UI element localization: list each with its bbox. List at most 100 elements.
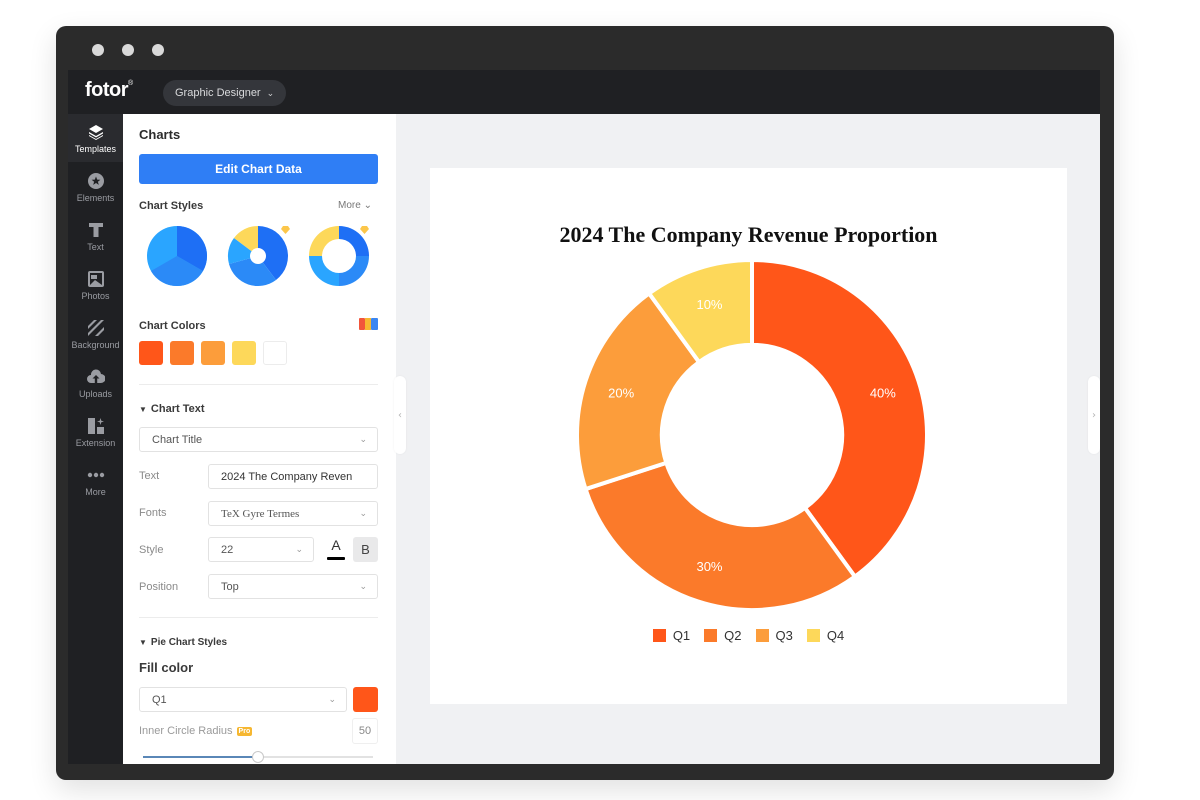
color-swatch[interactable] bbox=[263, 341, 287, 365]
chart-title-text-input[interactable]: 2024 The Company Reven bbox=[208, 464, 378, 489]
panel-title: Charts bbox=[139, 127, 181, 142]
mode-label: Graphic Designer bbox=[175, 87, 261, 99]
slice-data-label: 10% bbox=[696, 297, 722, 312]
position-label: Position bbox=[139, 581, 179, 593]
rail-item-elements[interactable]: Elements bbox=[68, 163, 123, 211]
title-position-select[interactable]: Top ⌄ bbox=[208, 574, 378, 599]
select-value: Top bbox=[221, 580, 239, 593]
collapse-panel-handle[interactable]: ‹ bbox=[394, 376, 406, 454]
top-bar: fotor® Graphic Designer ⌄ bbox=[68, 70, 1100, 114]
legend-swatch bbox=[652, 629, 666, 642]
legend-item-q3[interactable]: Q3 bbox=[755, 628, 793, 643]
legend-item-q4[interactable]: Q4 bbox=[806, 628, 845, 643]
legend-swatch bbox=[704, 629, 718, 642]
legend-label: Q2 bbox=[724, 628, 742, 643]
text-color-button[interactable]: A bbox=[325, 537, 347, 562]
rail-label: Background bbox=[71, 339, 120, 350]
legend-item-q2[interactable]: Q2 bbox=[704, 628, 742, 643]
more-styles-button[interactable]: More ⌄ bbox=[338, 200, 372, 211]
bold-button[interactable]: B bbox=[353, 537, 378, 562]
rail-label: Text bbox=[87, 241, 104, 252]
color-swatch[interactable] bbox=[170, 341, 194, 365]
star-circle-icon bbox=[87, 172, 105, 190]
font-size-select[interactable]: 22 ⌄ bbox=[208, 537, 314, 562]
edit-chart-data-button[interactable]: Edit Chart Data bbox=[139, 154, 378, 184]
chart-legend: Q1 Q2 Q3 Q4 bbox=[430, 628, 1067, 643]
text-label: Text bbox=[139, 470, 160, 482]
mode-dropdown[interactable]: Graphic Designer ⌄ bbox=[163, 80, 287, 106]
input-value: 2024 The Company Reven bbox=[221, 470, 353, 483]
legend-swatch bbox=[755, 629, 769, 642]
photo-icon bbox=[87, 270, 105, 288]
rail-label: More bbox=[85, 486, 106, 497]
chevron-down-icon: ⌄ bbox=[359, 434, 367, 444]
fonts-label: Fonts bbox=[139, 507, 167, 519]
rail-item-background[interactable]: Background bbox=[68, 310, 123, 358]
fill-series-select[interactable]: Q1 ⌄ bbox=[139, 687, 347, 712]
palette-icon[interactable] bbox=[359, 318, 378, 330]
charts-panel: Charts Edit Chart Data Chart Styles More… bbox=[123, 114, 396, 764]
chevron-left-icon: ‹ bbox=[398, 409, 402, 421]
rail-label: Photos bbox=[81, 290, 110, 301]
chart-text-section-toggle[interactable]: ▼ Chart Text bbox=[139, 403, 205, 415]
rail-label: Elements bbox=[76, 192, 115, 203]
inner-radius-label: Inner Circle Radius Pro bbox=[139, 725, 253, 737]
pie-styles-section-toggle[interactable]: ▼ Pie Chart Styles bbox=[139, 637, 227, 648]
text-color-icon: A bbox=[331, 537, 341, 553]
slice-data-label: 30% bbox=[696, 559, 722, 574]
slice-data-label: 40% bbox=[870, 385, 896, 400]
chevron-down-icon: ⌄ bbox=[328, 694, 336, 704]
inner-radius-slider[interactable] bbox=[143, 751, 373, 763]
chart-text-label: Chart Text bbox=[150, 403, 205, 415]
chevron-down-icon: ⌄ bbox=[266, 87, 275, 98]
rail-item-templates[interactable]: Templates bbox=[68, 114, 123, 162]
slider-fill bbox=[143, 756, 258, 758]
expand-right-panel-handle[interactable]: › bbox=[1088, 376, 1100, 454]
rail-item-photos[interactable]: Photos bbox=[68, 261, 123, 309]
rail-item-text[interactable]: Text bbox=[68, 212, 123, 260]
window-dot-maximize[interactable] bbox=[152, 44, 164, 56]
canvas-area: ‹ › 2024 The Company Revenue Proportion … bbox=[394, 114, 1100, 764]
chevron-down-icon: ⌄ bbox=[295, 544, 303, 554]
chart-card[interactable]: 2024 The Company Revenue Proportion 40% 3… bbox=[430, 168, 1067, 704]
premium-gem-icon bbox=[360, 226, 369, 234]
select-value: Chart Title bbox=[152, 433, 203, 446]
slice-data-label: 20% bbox=[608, 385, 634, 400]
color-swatch[interactable] bbox=[139, 341, 163, 365]
style-label: Style bbox=[139, 544, 164, 556]
window-dot-minimize[interactable] bbox=[122, 44, 134, 56]
rail-item-uploads[interactable]: Uploads bbox=[68, 359, 123, 407]
legend-label: Q4 bbox=[826, 628, 845, 643]
chart-text-target-select[interactable]: Chart Title ⌄ bbox=[139, 427, 378, 452]
logo-text: fotor bbox=[85, 79, 129, 101]
rail-item-more[interactable]: More bbox=[68, 457, 123, 505]
slider-thumb[interactable] bbox=[252, 751, 264, 763]
chart-colors-label: Chart Colors bbox=[139, 320, 206, 332]
rail-label: Extension bbox=[75, 437, 116, 448]
color-swatch[interactable] bbox=[232, 341, 256, 365]
select-value: Q1 bbox=[152, 693, 167, 706]
pie-styles-label: Pie Chart Styles bbox=[150, 637, 228, 648]
premium-gem-icon bbox=[281, 226, 290, 234]
caret-down-icon: ▼ bbox=[139, 405, 147, 414]
fill-color-label: Fill color bbox=[139, 660, 194, 675]
chevron-down-icon: ⌄ bbox=[359, 581, 367, 591]
chart-style-donut-small[interactable] bbox=[226, 224, 290, 288]
inner-radius-value-input[interactable]: 50 bbox=[352, 718, 378, 744]
select-value: 22 bbox=[221, 543, 234, 556]
chart-style-donut-large[interactable] bbox=[307, 224, 371, 288]
registered-mark: ® bbox=[128, 80, 133, 87]
window-dot-close[interactable] bbox=[92, 44, 104, 56]
font-family-select[interactable]: TeX Gyre Termes ⌄ bbox=[208, 501, 378, 526]
chart-styles-label: Chart Styles bbox=[139, 200, 204, 212]
fotor-logo[interactable]: fotor® bbox=[85, 79, 133, 102]
fotor-app: fotor® Graphic Designer ⌄ Templates Elem… bbox=[68, 70, 1100, 764]
chart-style-pie[interactable] bbox=[145, 224, 209, 288]
rail-label: Templates bbox=[74, 143, 117, 154]
legend-item-q1[interactable]: Q1 bbox=[652, 628, 690, 643]
color-swatch[interactable] bbox=[201, 341, 225, 365]
rail-item-extension[interactable]: Extension bbox=[68, 408, 123, 456]
fill-color-swatch[interactable] bbox=[353, 687, 378, 712]
donut-chart[interactable]: 40% 30% 20% 10% bbox=[430, 168, 1067, 704]
donut-slice-q2[interactable] bbox=[583, 460, 858, 612]
